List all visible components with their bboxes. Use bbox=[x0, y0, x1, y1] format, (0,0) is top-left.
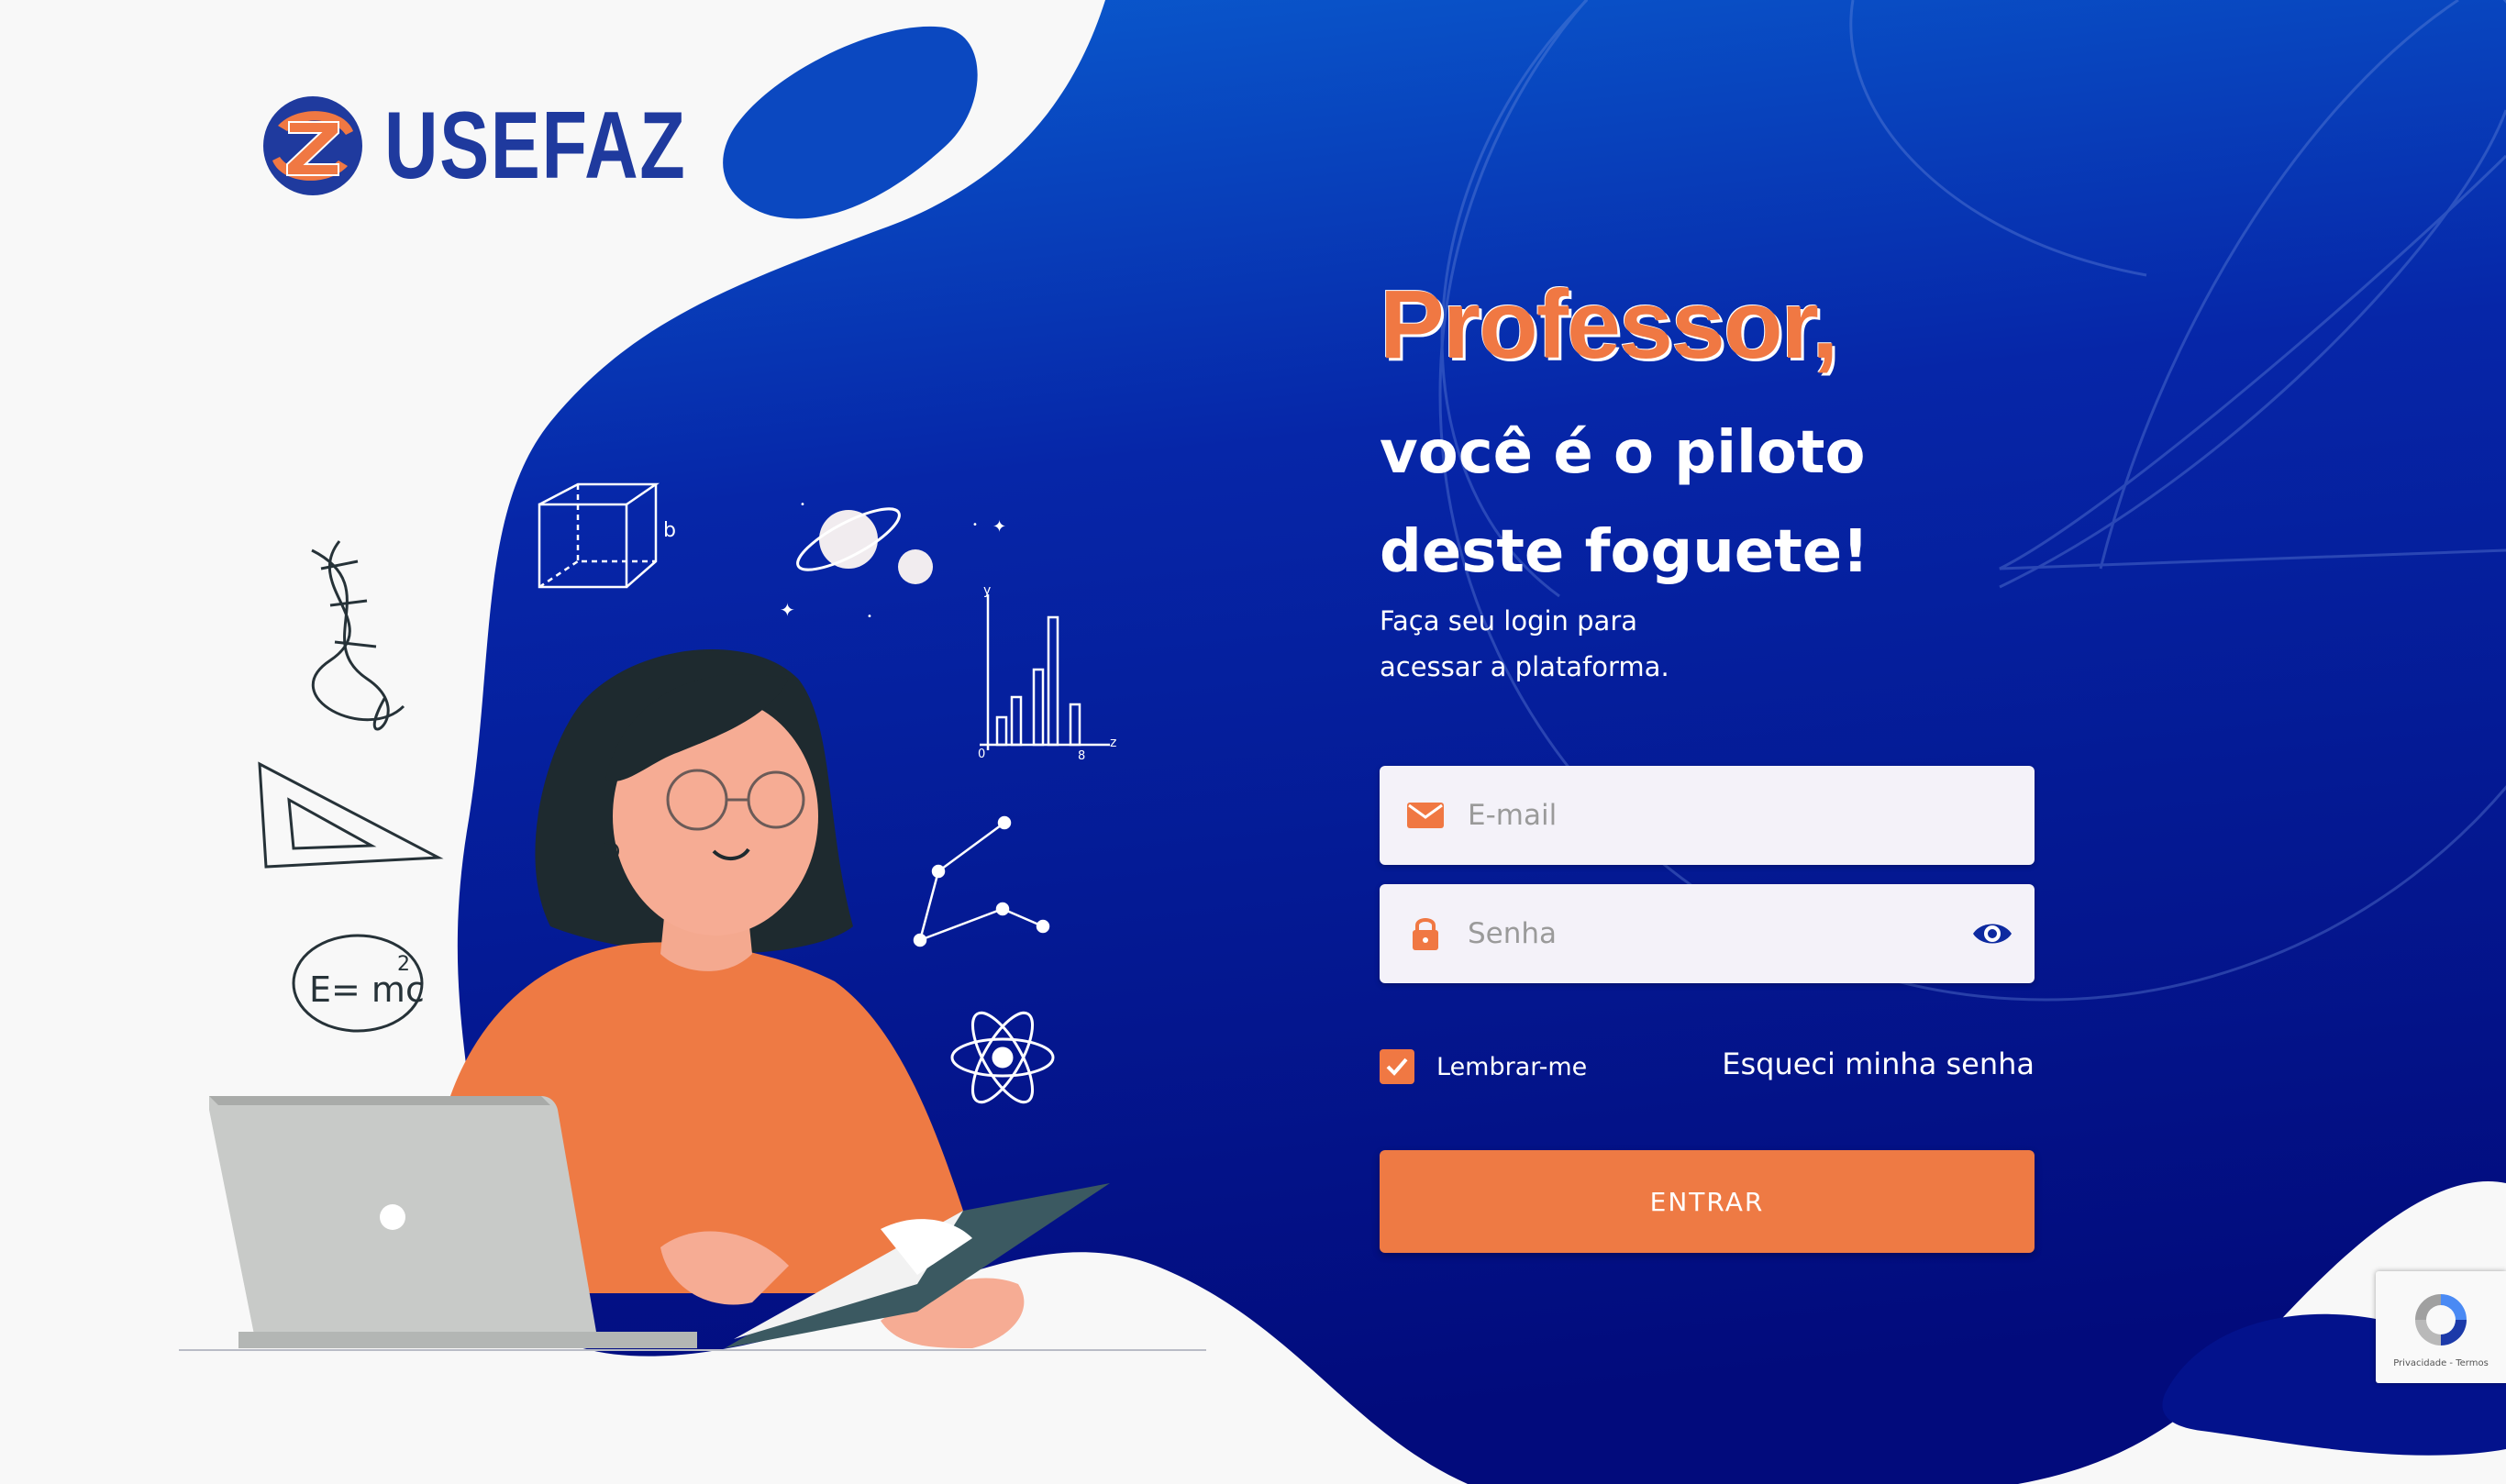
hero-intro: Faça seu login para acessar a plataforma… bbox=[1380, 598, 1669, 690]
lock-icon bbox=[1413, 918, 1438, 950]
password-input[interactable] bbox=[1466, 883, 1970, 984]
eye-icon[interactable] bbox=[1970, 912, 2014, 956]
password-field[interactable] bbox=[1380, 883, 2035, 984]
svg-text:•: • bbox=[800, 500, 805, 510]
dna-doodle bbox=[311, 540, 405, 731]
hero-title: Professor, bbox=[1380, 271, 1838, 379]
svg-text:✦: ✦ bbox=[780, 599, 795, 621]
svg-text:z: z bbox=[1110, 736, 1116, 750]
mail-icon bbox=[1407, 803, 1444, 828]
login-button[interactable]: ENTRAR bbox=[1380, 1150, 2035, 1253]
hero-subtitle-line-1: você é o piloto bbox=[1380, 419, 1866, 487]
hero-intro-line-1: Faça seu login para bbox=[1380, 605, 1638, 637]
email-input[interactable] bbox=[1466, 765, 2035, 866]
svg-text:•: • bbox=[972, 520, 978, 530]
hero-intro-line-2: acessar a plataforma. bbox=[1380, 651, 1669, 682]
check-icon bbox=[1386, 1058, 1408, 1076]
svg-text:2: 2 bbox=[397, 953, 410, 976]
svg-text:0: 0 bbox=[978, 748, 985, 761]
hero-subtitle: você é o piloto deste foguete! bbox=[1380, 404, 1868, 602]
svg-text:8: 8 bbox=[1078, 749, 1085, 763]
email-field[interactable] bbox=[1380, 765, 2035, 866]
svg-text:b: b bbox=[663, 519, 676, 542]
triangle-ruler-doodle bbox=[258, 761, 444, 869]
brand-name: USEFAZ bbox=[384, 93, 687, 199]
remember-label: Lembrar-me bbox=[1436, 1052, 1588, 1081]
logo-z-icon bbox=[263, 96, 362, 195]
remember-checkbox[interactable] bbox=[1380, 1049, 1414, 1084]
svg-text:•: • bbox=[867, 612, 872, 622]
hero-subtitle-line-2: deste foguete! bbox=[1380, 518, 1869, 586]
recaptcha-badge[interactable]: Privacidade - Termos bbox=[2376, 1271, 2506, 1383]
recaptcha-links[interactable]: Privacidade - Termos bbox=[2393, 1358, 2489, 1368]
svg-text:✦: ✦ bbox=[992, 517, 1006, 537]
recaptcha-icon bbox=[2415, 1293, 2467, 1346]
remember-me[interactable]: Lembrar-me bbox=[1380, 1049, 1587, 1084]
forgot-password-link[interactable]: Esqueci minha senha bbox=[1722, 1047, 2035, 1081]
svg-text:y: y bbox=[983, 583, 991, 598]
background-artwork: E= mc 2 b ✦ ✦ • • • y z 0 8 bbox=[179, 0, 2506, 1484]
brand-logo[interactable]: USEFAZ bbox=[261, 94, 771, 197]
formula-doodle: E= mc 2 bbox=[292, 934, 425, 1033]
